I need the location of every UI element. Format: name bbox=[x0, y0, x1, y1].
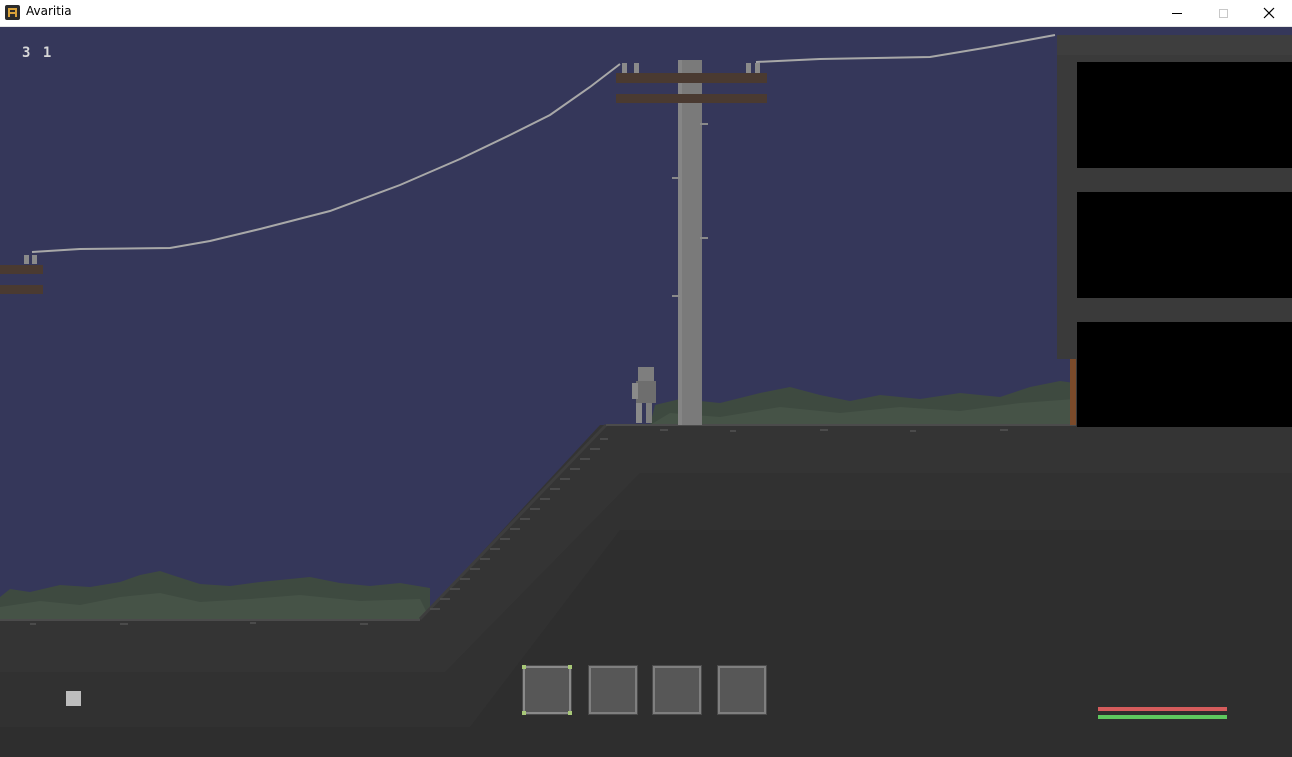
cursor-marker bbox=[66, 691, 81, 706]
stamina-bar-fill bbox=[1098, 715, 1227, 719]
building-window-top bbox=[1077, 62, 1292, 168]
health-bar-fill bbox=[1098, 707, 1227, 711]
building-window-bottom bbox=[1077, 322, 1292, 427]
app-icon bbox=[5, 5, 20, 20]
title-bar[interactable]: Avaritia bbox=[0, 0, 1292, 27]
window-title: Avaritia bbox=[26, 4, 72, 18]
health-bar bbox=[1098, 707, 1227, 711]
hotbar-slot-2[interactable] bbox=[588, 665, 638, 715]
selection-corner-icon bbox=[522, 711, 526, 715]
maximize-button[interactable] bbox=[1200, 0, 1246, 26]
selection-corner-icon bbox=[568, 711, 572, 715]
hotbar-slot-3[interactable] bbox=[652, 665, 702, 715]
building bbox=[1057, 35, 1292, 427]
stamina-bar bbox=[1098, 715, 1227, 719]
minimize-button[interactable] bbox=[1154, 0, 1200, 26]
close-icon bbox=[1263, 7, 1275, 19]
close-button[interactable] bbox=[1246, 0, 1292, 26]
hud-counter: 3 1 bbox=[22, 45, 54, 61]
maximize-icon bbox=[1218, 8, 1228, 18]
selection-corner-icon bbox=[522, 665, 526, 669]
game-scene bbox=[0, 27, 1292, 757]
hotbar bbox=[522, 665, 772, 719]
building-window-middle bbox=[1077, 192, 1292, 298]
selection-corner-icon bbox=[568, 665, 572, 669]
hotbar-slot-4[interactable] bbox=[717, 665, 767, 715]
game-viewport[interactable]: 3 1 bbox=[0, 27, 1292, 757]
minimize-icon bbox=[1172, 12, 1182, 14]
hotbar-slot-1[interactable] bbox=[522, 665, 572, 715]
